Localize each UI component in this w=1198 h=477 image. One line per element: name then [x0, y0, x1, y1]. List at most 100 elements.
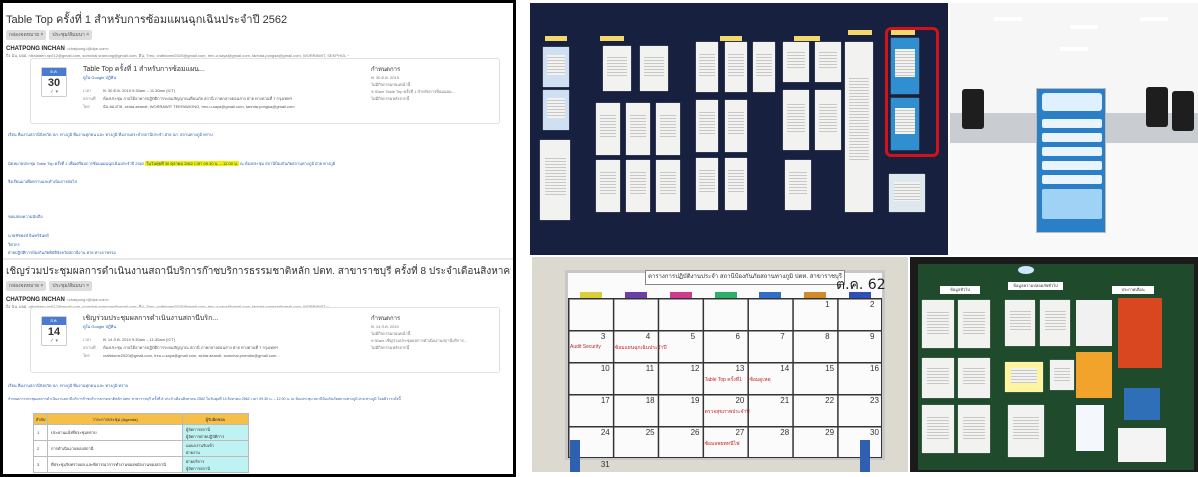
calendar-day-number: 9 [870, 332, 875, 341]
poster-sheet [1076, 300, 1112, 346]
calendar-day-number: 27 [735, 428, 745, 437]
calendar-invite-card: ส.ค. 14 ✓ ▾ เชิญร่วมประชุมผลการดำเนินงาน… [30, 307, 500, 373]
poster-sheet [1124, 388, 1160, 420]
whiteboard-stand [570, 440, 580, 472]
document-sheet [958, 405, 990, 453]
document-sheet [696, 42, 718, 92]
calendar-day-number: 24 [600, 428, 610, 437]
label-tag-meeting[interactable]: ประชุม/สัมมนา × [49, 281, 93, 291]
handwritten-note: ซ้อมดูเหตุ [749, 377, 771, 383]
document-sheet [596, 160, 620, 212]
calendar-day-number: 6 [735, 332, 740, 341]
document-sheet [543, 47, 569, 87]
document-sheet [696, 100, 718, 152]
calendar-day-number: 19 [690, 396, 700, 405]
whiteboard-stand [860, 440, 870, 472]
poster-header [1042, 93, 1102, 111]
document-sheet [783, 42, 809, 82]
signature-dept: ฝ่ายปฏิบัติการป้องกันภัยพิบัติจังหวัดสถา… [8, 250, 116, 255]
handwritten-note: ซ้อมอพยพหนีไฟ [704, 441, 740, 447]
calendar-date-icon: ส.ค. 14 ✓ ▾ [41, 316, 67, 346]
board-label [720, 36, 742, 41]
email-message-1: Table Top ครั้งที่ 1 สำหรับการซ้อมแผนฉุก… [6, 10, 511, 59]
column-header: วาระการประชุม (Agenda) [47, 413, 183, 425]
board-label [600, 36, 624, 41]
document-sheet [725, 100, 747, 152]
invite-guests-row: ใคร ฉัน ผอ.ฝ่าย, sirida aeandt, WORRAWIT … [83, 104, 295, 109]
ceiling-light [1060, 47, 1088, 51]
document-sheet [922, 405, 954, 453]
calendar-day-number: 17 [600, 396, 610, 405]
calendar-day-number: 4 [645, 332, 651, 341]
document-sheet [1005, 300, 1035, 346]
document-sheet [958, 300, 990, 348]
calendar-day-number: 10 [600, 364, 610, 373]
rsvp-icons[interactable]: ✓ ▾ [42, 90, 66, 95]
board-section-header: ประกาศเตือน [1112, 286, 1154, 294]
document-sheet [696, 158, 718, 210]
calendar-day-number: 22 [825, 396, 835, 405]
email-screenshot-panel: Table Top ครั้งที่ 1 สำหรับการซ้อมแผนฉุก… [0, 0, 516, 477]
calendar-invite-card: ต.ค. 30 ✓ ▾ Table Top ครั้งที่ 1 สำหรับก… [30, 58, 500, 124]
calendar-day-number: 7 [780, 332, 785, 341]
calendar-date-icon: ต.ค. 30 ✓ ▾ [41, 67, 67, 97]
handwritten-note: ตรวจสุขภาพประจำปี [704, 409, 750, 415]
calendar-day-number: 3 [600, 332, 606, 341]
email-meeting-line: กำหนดการประชุมผลการดำเนินงานสถานีบริการก… [8, 397, 401, 401]
label-tag-inbox[interactable]: กล่องจดหมาย × [6, 281, 47, 291]
invite-location-row: สถานที่ ห้องประชุม ภายใต้อาคารปฏิบัติการร… [83, 345, 278, 350]
email-greeting: เรียน ทีมงานสถานีจังหวัด ปภ. ทางภูมิ ทีม… [8, 383, 129, 388]
calendar-day-number: 25 [645, 428, 655, 437]
document-sheet [1008, 405, 1044, 457]
document-sheet [958, 358, 990, 398]
document-sheet [1050, 360, 1074, 390]
document-sheet [922, 300, 954, 348]
label-tag-inbox[interactable]: กล่องจดหมาย × [6, 30, 47, 40]
calendar-day-number: 1 [825, 300, 830, 309]
document-sheet [596, 103, 620, 155]
ceiling-light [1140, 17, 1168, 21]
document-sheet [640, 46, 668, 91]
calendar-day-number: 30 [870, 428, 879, 437]
signature-title: วิศวกร [8, 242, 20, 247]
invite-guests-row: ใคร craftdome2520@gmail.com, treo.u.saya@… [83, 353, 280, 358]
column-header: ลำดับ [33, 413, 48, 425]
board-section-header: ข้อมูลความปลอดภัยทั่วไป [1008, 282, 1063, 290]
view-in-calendar-link[interactable]: ดูใน Google ปฏิทิน [83, 323, 116, 330]
invite-location-row: สถานที่ ห้องประชุม ภายใต้อาคารปฏิบัติการร… [83, 96, 292, 101]
document-sheet [753, 42, 775, 92]
document-sheet [785, 160, 811, 210]
board-label [794, 36, 820, 41]
table-row: 3 ที่ประชุมรับทราบผล และพิจารณาการทำงานข… [33, 456, 249, 473]
calendar-day-number: 23 [870, 396, 879, 405]
calendar-day-number: 14 [780, 364, 790, 373]
document-sheet [845, 42, 873, 212]
standing-poster [1036, 88, 1106, 233]
calendar-day-number: 12 [690, 364, 700, 373]
document-sheet [543, 90, 569, 130]
document-sheet [783, 90, 809, 150]
sender-email: <chatpong.i@dpe.com> [66, 46, 110, 51]
signature-name: นายชัชพงษ์ อินทร์จันทร์ [8, 233, 49, 238]
office-chair [1172, 91, 1194, 131]
handwritten-note: Audit Security [570, 344, 601, 350]
board-label [545, 36, 567, 41]
company-logo [1018, 266, 1034, 274]
calendar-day-number: 28 [780, 428, 790, 437]
highlight-box [885, 27, 939, 157]
email-closing: จึงเรียนมาเพื่อทราบและดำเนินการต่อไป [8, 179, 77, 184]
calendar-day-number: 13 [735, 364, 745, 373]
rsvp-icons[interactable]: ✓ ▾ [42, 339, 66, 344]
label-tag-meeting[interactable]: ประชุม/สัมมนา × [49, 30, 93, 40]
promo-poster [1118, 298, 1162, 368]
poster-sheet [1118, 428, 1166, 462]
calendar-day-number: 2 [870, 300, 875, 309]
document-sheet [626, 160, 650, 212]
email-subject: Table Top ครั้งที่ 1 สำหรับการซ้อมแผนฉุก… [6, 14, 288, 26]
email-meeting-line: นัดหมายประชุม Table Top ครั้งที่ 1 เพื่อ… [8, 161, 336, 166]
calendar-day-number: 8 [825, 332, 830, 341]
agenda-preview: กำหนดการ พ. 30 ต.ค. 2019 ไม่มีกิจกรรมก่อ… [371, 67, 455, 101]
calendar-day-number: 18 [645, 396, 655, 405]
view-in-calendar-link[interactable]: ดูใน Google ปฏิทิน [83, 74, 116, 81]
agenda-table: ลำดับ วาระการประชุม (Agenda) ผู้รับผิดชอ… [33, 413, 249, 473]
